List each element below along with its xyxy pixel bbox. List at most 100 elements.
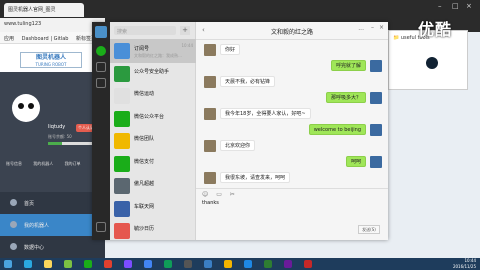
taskbar-app-icon[interactable] — [204, 260, 212, 268]
message-input[interactable]: thanks — [202, 200, 382, 222]
my-avatar[interactable] — [95, 26, 107, 38]
menu-orders[interactable]: 我的订单 — [65, 161, 81, 166]
menu-account[interactable]: 账号信息 — [6, 161, 22, 166]
conversation-avatar — [114, 110, 130, 127]
message-bubble[interactable]: 天晨不我，必有钻锋 — [220, 76, 276, 87]
menu-robots[interactable]: 我的机器人 — [33, 161, 53, 166]
message-bubble[interactable]: 呵呵 — [345, 156, 366, 167]
bookmark-gitlab[interactable]: Dashboard | Gitlab — [22, 36, 69, 42]
conversation-name: 微信支付 — [134, 158, 155, 165]
conversation-item[interactable]: 公众号安全助手 — [110, 62, 196, 86]
sender-avatar[interactable] — [204, 108, 216, 120]
taskbar-app-icon[interactable] — [184, 260, 192, 268]
contacts-icon[interactable] — [96, 62, 106, 72]
conversation-item[interactable]: 车联天网 — [110, 197, 196, 221]
message-bubble[interactable]: 北京欢迎你 — [220, 140, 256, 151]
logo-en-text: TURING ROBOT — [35, 62, 67, 67]
sender-avatar[interactable] — [204, 172, 216, 184]
username: liqtudy — [48, 124, 66, 130]
received-message: 天晨不我，必有钻锋 — [196, 76, 388, 89]
conversation-name: 微信团队 — [134, 136, 155, 142]
nav-data-center[interactable]: 数据中心 — [0, 236, 105, 258]
taskbar-app-icon[interactable] — [164, 260, 172, 268]
more-icon[interactable]: ··· — [358, 27, 364, 34]
address-bar[interactable]: www.tuling123 — [0, 18, 105, 32]
conversation-item[interactable]: 毓沙日历 — [110, 219, 196, 243]
taskbar-app-icon[interactable] — [144, 260, 152, 268]
sender-avatar[interactable] — [370, 92, 382, 104]
bookmark-apps[interactable]: 应用 — [4, 36, 14, 42]
maximize-icon[interactable]: □ — [452, 2, 462, 10]
emoji-icon[interactable]: ☺ — [202, 191, 208, 198]
sender-avatar[interactable] — [204, 76, 216, 88]
sender-avatar[interactable] — [370, 60, 382, 72]
conversation-avatar — [114, 178, 130, 194]
message-bubble[interactable]: 我很东坡，请查发来，呵呵 — [220, 172, 291, 183]
taskbar-app-icon[interactable] — [244, 260, 252, 268]
search-input[interactable]: 搜索 — [114, 26, 176, 35]
conversation-name: 微信公众平台 — [134, 113, 165, 120]
taskbar-app-icon[interactable] — [84, 260, 92, 268]
taskbar-app-icon[interactable] — [264, 260, 272, 268]
nav-home[interactable]: 首页 — [0, 192, 105, 214]
sent-message: welcome to beijing — [196, 124, 388, 137]
message-bubble[interactable]: 呼完就了解 — [330, 60, 366, 71]
taskbar-app-icon[interactable] — [24, 260, 32, 268]
conversation-item[interactable]: 傲凡超越 — [110, 174, 196, 198]
folder-icon[interactable]: ▭ — [216, 191, 222, 198]
chat-icon[interactable] — [96, 46, 106, 56]
scissors-icon[interactable]: ✂ — [230, 191, 235, 198]
minimize-icon[interactable]: – — [438, 2, 448, 10]
chat-header: ‹ 文和毅的红之路 ··· – × — [196, 22, 388, 40]
taskbar-clock[interactable]: 10:44 2016/11/25 — [453, 258, 476, 270]
taskbar-app-icon[interactable] — [224, 260, 232, 268]
favorites-icon[interactable] — [96, 78, 106, 88]
user-avatar[interactable] — [12, 94, 40, 122]
clock-date: 2016/11/25 — [452, 264, 476, 269]
conversation-item[interactable]: 微信团队 — [110, 129, 196, 153]
sender-avatar[interactable] — [370, 124, 382, 136]
nav-my-robots[interactable]: 我的机器人 — [0, 214, 105, 236]
add-icon[interactable]: + — [180, 26, 190, 35]
taskbar-app-icon[interactable] — [4, 260, 12, 268]
received-message: 我很东坡，请查发来，呵呵 — [196, 172, 388, 185]
send-button[interactable]: 发送(S) — [358, 225, 380, 234]
sender-avatar[interactable] — [370, 156, 382, 168]
taskbar-app-icon[interactable] — [124, 260, 132, 268]
sender-avatar[interactable] — [204, 44, 216, 56]
message-bubble[interactable]: welcome to beijing — [308, 124, 366, 135]
received-message: 你好 — [196, 44, 388, 57]
wechat-rail — [92, 22, 110, 240]
extension-avatar-icon[interactable] — [426, 57, 438, 69]
taskbar-app-icon[interactable] — [284, 260, 292, 268]
browser-tab[interactable]: 图灵机器人官网_图灵 — [4, 3, 84, 17]
menu-icon[interactable] — [96, 222, 106, 232]
bookmarks-bar: 应用 Dashboard | Gitlab 新标签页 — [0, 32, 105, 44]
profile-panel: liqtudy 个人认证 账号余额: 50 账号信息 我的机器人 我的订单 — [0, 72, 105, 192]
conversation-avatar — [114, 88, 130, 104]
conversation-item[interactable]: 微信运动 — [110, 84, 196, 108]
message-bubble[interactable]: 我今年18岁，全得要人家认，好吧~ — [220, 108, 311, 119]
conversation-name: 毓沙日历 — [134, 226, 155, 232]
sent-message: 呵呵 — [196, 156, 388, 169]
wechat-minimize-icon[interactable]: – — [371, 24, 374, 31]
conversation-avatar — [114, 65, 130, 82]
conversation-item[interactable]: 微信公众平台 — [110, 107, 196, 131]
conversation-name: 车联天网 — [134, 203, 155, 210]
taskbar-app-icon[interactable] — [104, 260, 112, 268]
taskbar-app-icon[interactable] — [44, 260, 52, 268]
message-bubble[interactable]: 你好 — [220, 44, 241, 55]
tuling-site: 图灵机器人 TURING ROBOT liqtudy 个人认证 账号余额: 50… — [0, 44, 105, 258]
sender-avatar[interactable] — [204, 140, 216, 152]
conversation-preview: 文和毅的红之路：我成熟… — [134, 53, 182, 58]
close-icon[interactable]: × — [466, 2, 476, 10]
received-message: 我今年18岁，全得要人家认，好吧~ — [196, 108, 388, 121]
conversation-item[interactable]: 订阅号 文和毅的红之路：我成熟… 10:44 — [110, 39, 196, 63]
conversation-item[interactable]: 微信支付 — [110, 152, 196, 176]
conversation-avatar — [114, 200, 130, 217]
wechat-close-icon[interactable]: × — [379, 24, 384, 31]
taskbar-app-icon[interactable] — [304, 260, 312, 268]
site-logo[interactable]: 图灵机器人 TURING ROBOT — [20, 52, 82, 68]
taskbar-app-icon[interactable] — [64, 260, 72, 268]
message-bubble[interactable]: 那呼吸多大？ — [325, 92, 366, 103]
